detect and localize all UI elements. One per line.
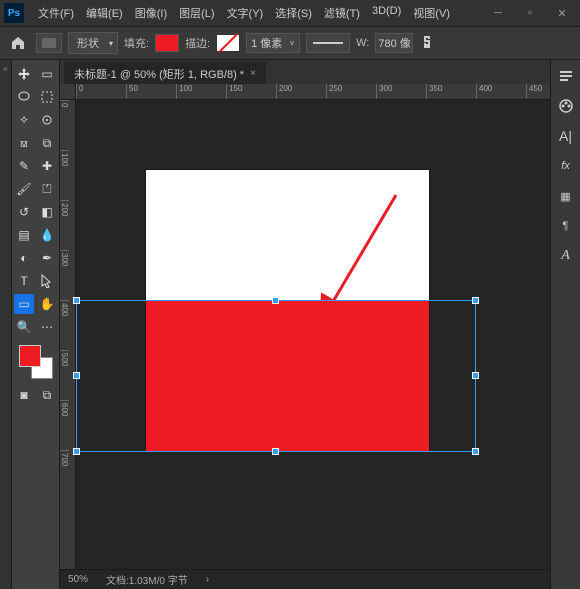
lasso-tool[interactable] [14, 87, 34, 107]
paragraph-panel-icon[interactable]: ¶ [556, 216, 576, 236]
gradient-tool[interactable]: ▤ [14, 225, 34, 245]
stroke-swatch[interactable] [216, 34, 240, 52]
stroke-label: 描边: [185, 35, 210, 51]
options-bar: 形状 填充: 描边: ˅ W: [0, 26, 580, 60]
path-select-tool[interactable] [37, 271, 57, 291]
glyphs-panel-icon[interactable]: A [556, 246, 576, 266]
document-tabs: 未标题-1 @ 50% (矩形 1, RGB/8) * × [60, 60, 550, 84]
status-bar: 50% 文档:1.03M/0 字节 › [60, 569, 550, 589]
hand-tool[interactable]: ✋ [37, 294, 57, 314]
ruler-vertical[interactable]: 0100 200300 400500 600700 [60, 100, 76, 569]
quickmask-tool[interactable]: ◙ [14, 385, 34, 405]
move-tool[interactable] [14, 64, 34, 84]
menu-select[interactable]: 选择(S) [269, 1, 318, 25]
handle-tr[interactable] [472, 297, 479, 304]
stroke-style-select[interactable] [306, 33, 350, 53]
dodge-tool[interactable]: ◐ [14, 248, 34, 268]
frame-tool[interactable]: ⧉ [37, 133, 57, 153]
swatches-panel-icon[interactable]: ▦ [556, 186, 576, 206]
styles-panel-icon[interactable]: fx [556, 156, 576, 176]
doc-size[interactable]: 文档:1.03M/0 字节 [106, 572, 188, 587]
stroke-size-field[interactable]: ˅ [246, 33, 300, 53]
ps-logo: Ps [4, 3, 24, 23]
eraser-tool[interactable]: ◧ [37, 202, 57, 222]
maximize-button[interactable]: ▫ [516, 3, 544, 23]
handle-br[interactable] [472, 448, 479, 455]
menu-layer[interactable]: 图层(L) [173, 1, 220, 25]
menu-edit[interactable]: 编辑(E) [80, 1, 129, 25]
toolbox: ▭ ✧ ⟏ ⧉ ✎ ✚ 🖌 ⏍ ↺ ◧ ▤ 💧 ◐ ✒ T ▭ ✋ [12, 60, 60, 589]
menu-image[interactable]: 图像(I) [129, 1, 173, 25]
menu-3d[interactable]: 3D(D) [366, 1, 407, 25]
menu-filter[interactable]: 滤镜(T) [318, 1, 366, 25]
home-icon[interactable] [6, 31, 30, 55]
quickselect-tool[interactable] [37, 110, 57, 130]
color-swatches[interactable] [19, 345, 53, 379]
zoom-level[interactable]: 50% [68, 574, 88, 585]
pen-tool[interactable]: ✒ [37, 248, 57, 268]
handle-mr[interactable] [472, 372, 479, 379]
right-panels: A| fx ▦ ¶ A [550, 60, 580, 589]
wand-tool[interactable]: ✧ [14, 110, 34, 130]
marquee-tool[interactable] [37, 87, 57, 107]
canvas[interactable] [76, 100, 550, 569]
document-tab[interactable]: 未标题-1 @ 50% (矩形 1, RGB/8) * × [64, 62, 266, 84]
width-input[interactable] [375, 33, 413, 53]
rectangle-tool[interactable]: ▭ [14, 294, 34, 314]
crop-tool[interactable]: ⟏ [14, 133, 34, 153]
properties-panel-icon[interactable] [556, 66, 576, 86]
menu-type[interactable]: 文字(Y) [221, 1, 270, 25]
toolbox-collapse[interactable]: « [0, 60, 12, 589]
fill-swatch[interactable] [155, 34, 179, 52]
brush-tool[interactable]: 🖌 [14, 179, 34, 199]
shape-preview[interactable] [36, 33, 62, 53]
minimize-button[interactable]: ─ [484, 3, 512, 23]
status-expand-icon[interactable]: › [206, 574, 209, 585]
menu-view[interactable]: 视图(V) [407, 1, 456, 25]
zoom-tool[interactable]: 🔍 [14, 317, 34, 337]
foreground-color[interactable] [19, 345, 41, 367]
ruler-corner [60, 84, 76, 100]
history-brush-tool[interactable]: ↺ [14, 202, 34, 222]
eyedropper-tool[interactable]: ✎ [14, 156, 34, 176]
stroke-size-input [247, 37, 287, 49]
ruler-horizontal[interactable]: 050 100150 200250 300350 400450 500550 6… [76, 84, 550, 100]
tab-close-icon[interactable]: × [250, 68, 256, 79]
chain-icon[interactable] [421, 35, 433, 52]
rectangle-shape[interactable] [146, 300, 429, 452]
edit-toolbar[interactable]: ⋯ [37, 317, 57, 337]
text-tool[interactable]: T [14, 271, 34, 291]
tab-title: 未标题-1 @ 50% (矩形 1, RGB/8) * [74, 66, 244, 82]
title-bar: Ps 文件(F) 编辑(E) 图像(I) 图层(L) 文字(Y) 选择(S) 滤… [0, 0, 580, 26]
width-label: W: [356, 37, 369, 49]
menu-file[interactable]: 文件(F) [32, 1, 80, 25]
character-panel-icon[interactable]: A| [556, 126, 576, 146]
screenmode-tool[interactable]: ⧉ [37, 385, 57, 405]
artboard-tool[interactable]: ▭ [37, 64, 57, 84]
shape-mode-select[interactable]: 形状 [68, 32, 118, 54]
heal-tool[interactable]: ✚ [37, 156, 57, 176]
stamp-tool[interactable]: ⏍ [37, 179, 57, 199]
main-menu: 文件(F) 编辑(E) 图像(I) 图层(L) 文字(Y) 选择(S) 滤镜(T… [32, 1, 456, 25]
blur-tool[interactable]: 💧 [37, 225, 57, 245]
color-panel-icon[interactable] [556, 96, 576, 116]
close-button[interactable]: ✕ [548, 3, 576, 23]
fill-label: 填充: [124, 35, 149, 51]
